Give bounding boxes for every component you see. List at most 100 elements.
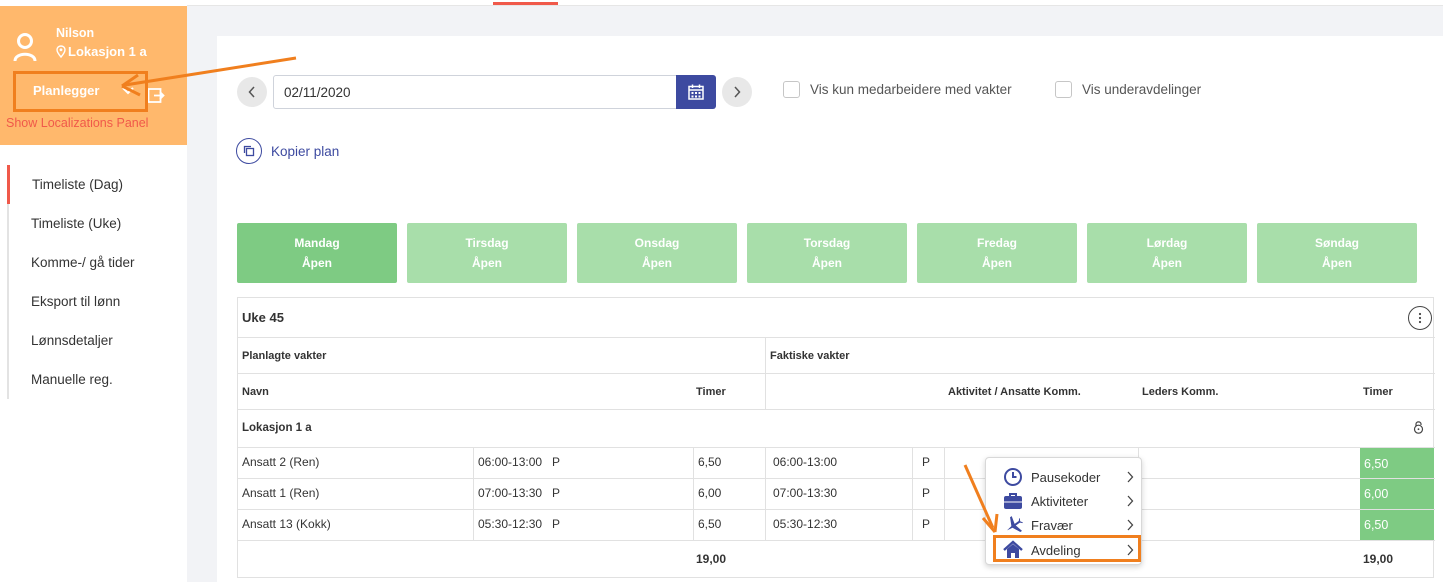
show-subdepartments-label: Vis underavdelinger	[1082, 82, 1202, 97]
day-name: Fredag	[976, 236, 1017, 250]
day-name: Søndag	[1315, 236, 1359, 250]
actual-hours: 6,50	[1360, 448, 1434, 479]
day-status: Åpen	[302, 256, 332, 270]
only-with-shifts-option[interactable]: Vis kun medarbeidere med vakter	[783, 81, 1012, 98]
actual-code: P	[922, 486, 931, 500]
day-tab-tirsdag[interactable]: Tirsdag Åpen	[407, 223, 567, 283]
day-status: Åpen	[1322, 256, 1352, 270]
day-name: Lørdag	[1146, 236, 1188, 250]
copy-icon	[236, 138, 262, 164]
day-tab-lordag[interactable]: Lørdag Åpen	[1087, 223, 1247, 283]
divider	[912, 448, 913, 540]
divider	[238, 337, 1435, 338]
col-actual-hours-header: Timer	[1363, 386, 1393, 398]
plane-icon	[1007, 516, 1023, 533]
col-activity-header: Aktivitet / Ansatte Komm.	[948, 386, 1081, 398]
sidebar-item-komme-ga-tider[interactable]: Komme-/ gå tider	[7, 243, 187, 282]
menu-item-pausekoder[interactable]: Pausekoder	[986, 465, 1143, 489]
chevron-right-icon	[1127, 471, 1134, 483]
planned-time: 06:00-13:00	[478, 455, 543, 469]
timesheet-table: Uke 45 Planlagte vakter Faktiske vakter …	[237, 297, 1435, 578]
day-tab-mandag[interactable]: Mandag Åpen	[237, 223, 397, 283]
planned-shifts-header: Planlagte vakter	[242, 350, 327, 362]
show-subdepartments-option[interactable]: Vis underavdelinger	[1055, 81, 1201, 98]
top-bar	[187, 0, 1443, 6]
planned-hours: 6,00	[698, 486, 722, 500]
divider	[473, 448, 474, 540]
sidebar-nav: Timeliste (Dag) Timeliste (Uke) Komme-/ …	[7, 165, 187, 399]
planned-time: 07:00-13:30	[478, 486, 543, 500]
planned-hours: 6,50	[698, 455, 722, 469]
show-subdepartments-checkbox[interactable]	[1055, 81, 1072, 98]
chevron-left-icon	[248, 86, 255, 98]
briefcase-icon	[1004, 493, 1022, 509]
divider	[944, 448, 945, 540]
more-vertical-icon	[1418, 312, 1422, 324]
logout-icon[interactable]	[147, 86, 165, 104]
divider	[238, 540, 1435, 541]
prev-date-button[interactable]	[237, 77, 267, 107]
day-status: Åpen	[812, 256, 842, 270]
user-name: Nilson	[56, 26, 95, 40]
employee-name: Ansatt 2 (Ren)	[242, 455, 320, 469]
day-tab-torsdag[interactable]: Torsdag Åpen	[747, 223, 907, 283]
user-location-label: Lokasjon 1 a	[68, 44, 147, 59]
actual-shifts-header: Faktiske vakter	[770, 350, 850, 362]
active-tab-indicator	[493, 2, 558, 5]
col-name-header: Navn	[242, 386, 269, 398]
chevron-right-icon	[1127, 519, 1134, 531]
sidebar-item-manuelle-reg[interactable]: Manuelle reg.	[7, 360, 187, 399]
actual-code: P	[922, 517, 931, 531]
divider	[238, 447, 1435, 448]
divider	[238, 478, 1435, 479]
planned-code: P	[552, 455, 561, 469]
table-options-button[interactable]	[1408, 306, 1432, 330]
col-leader-comment-header: Leders Komm.	[1142, 386, 1219, 398]
day-tab-sondag[interactable]: Søndag Åpen	[1257, 223, 1417, 283]
next-date-button[interactable]	[722, 77, 752, 107]
sidebar-item-eksport-til-lonn[interactable]: Eksport til lønn	[7, 282, 187, 321]
day-status: Åpen	[1152, 256, 1182, 270]
calendar-button[interactable]	[676, 75, 716, 109]
total-planned-hours: 19,00	[696, 552, 727, 566]
chevron-right-icon	[1127, 495, 1134, 507]
actual-time: 06:00-13:00	[773, 455, 838, 469]
location-pin-icon	[56, 45, 66, 58]
only-with-shifts-checkbox[interactable]	[783, 81, 800, 98]
divider	[765, 448, 766, 540]
sidebar-item-timeliste-uke[interactable]: Timeliste (Uke)	[7, 204, 187, 243]
planned-time: 05:30-12:30	[478, 517, 543, 531]
sidebar-item-lonnsdetaljer[interactable]: Lønnsdetaljer	[7, 321, 187, 360]
clock-icon	[1004, 468, 1022, 486]
copy-plan-label: Kopier plan	[271, 143, 340, 159]
day-name: Mandag	[294, 236, 340, 250]
divider	[765, 338, 766, 410]
group-label: Lokasjon 1 a	[242, 422, 312, 434]
day-status: Åpen	[982, 256, 1012, 270]
user-icon	[13, 33, 37, 62]
date-input[interactable]	[273, 75, 677, 109]
week-label: Uke 45	[242, 310, 284, 325]
copy-plan-button[interactable]: Kopier plan	[236, 138, 339, 164]
sidebar-item-timeliste-dag[interactable]: Timeliste (Dag)	[7, 165, 187, 204]
lock-icon[interactable]	[1413, 420, 1424, 434]
day-tab-fredag[interactable]: Fredag Åpen	[917, 223, 1077, 283]
show-localizations-link[interactable]: Show Localizations Panel	[6, 116, 148, 130]
planned-code: P	[552, 486, 561, 500]
divider	[238, 373, 1435, 374]
actual-time: 07:00-13:30	[773, 486, 838, 500]
calendar-icon	[688, 84, 704, 100]
actual-code: P	[922, 455, 931, 469]
day-tab-onsdag[interactable]: Onsdag Åpen	[577, 223, 737, 283]
menu-item-fravaer[interactable]: Fravær	[986, 513, 1143, 537]
actual-hours: 6,00	[1360, 479, 1434, 509]
planned-hours: 6,50	[698, 517, 722, 531]
divider	[693, 448, 694, 540]
chevron-right-icon	[734, 86, 741, 98]
menu-item-aktiviteter[interactable]: Aktiviteter	[986, 489, 1143, 513]
menu-item-label: Fravær	[1031, 517, 1073, 533]
day-name: Tirsdag	[465, 236, 509, 250]
divider	[238, 509, 1435, 510]
day-status: Åpen	[642, 256, 672, 270]
menu-item-label: Aktiviteter	[1031, 493, 1089, 509]
